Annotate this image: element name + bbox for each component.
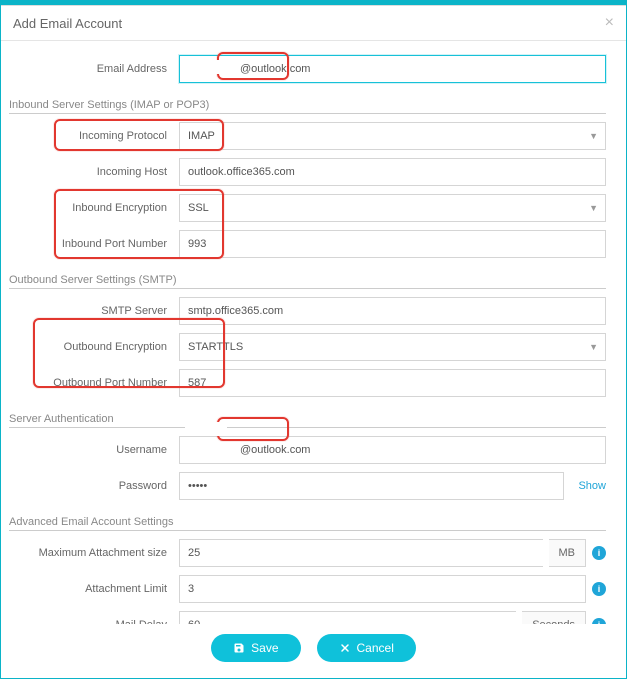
row-email: Email Address bbox=[9, 55, 606, 83]
label-max-attachment: Maximum Attachment size bbox=[9, 547, 179, 559]
info-icon[interactable]: i bbox=[592, 618, 606, 624]
row-mail-delay: Mail Delay Seconds i bbox=[9, 611, 606, 624]
modal-footer: Save Cancel bbox=[1, 624, 626, 678]
mail-delay-field[interactable] bbox=[179, 611, 516, 624]
section-title-advanced: Advanced Email Account Settings bbox=[9, 510, 606, 531]
inbound-encryption-select[interactable]: ▼ bbox=[179, 194, 606, 222]
label-email: Email Address bbox=[9, 63, 179, 75]
label-outbound-encryption: Outbound Encryption bbox=[9, 341, 179, 353]
row-outbound-port: Outbound Port Number bbox=[9, 369, 606, 397]
outbound-port-field[interactable] bbox=[179, 369, 606, 397]
incoming-protocol-select[interactable]: ▼ bbox=[179, 122, 606, 150]
cancel-button-label: Cancel bbox=[357, 641, 394, 655]
outbound-encryption-select[interactable]: ▼ bbox=[179, 333, 606, 361]
outbound-encryption-value[interactable] bbox=[179, 333, 606, 361]
row-incoming-protocol: Incoming Protocol ▼ bbox=[9, 122, 606, 150]
row-inbound-port: Inbound Port Number bbox=[9, 230, 606, 258]
save-button-label: Save bbox=[251, 641, 278, 655]
section-outbound: Outbound Server Settings (SMTP) SMTP Ser… bbox=[9, 268, 606, 397]
section-auth: Server Authentication Username Password … bbox=[9, 407, 606, 500]
label-mail-delay: Mail Delay bbox=[9, 619, 179, 624]
section-title-outbound: Outbound Server Settings (SMTP) bbox=[9, 268, 606, 289]
modal-title: Add Email Account bbox=[13, 16, 122, 31]
section-advanced: Advanced Email Account Settings Maximum … bbox=[9, 510, 606, 624]
save-icon bbox=[233, 642, 245, 654]
modal-header: Add Email Account × bbox=[1, 6, 626, 41]
smtp-server-field[interactable] bbox=[179, 297, 606, 325]
label-smtp-server: SMTP Server bbox=[9, 305, 179, 317]
username-field[interactable] bbox=[179, 436, 606, 464]
unit-mb: MB bbox=[549, 539, 587, 567]
label-incoming-host: Incoming Host bbox=[9, 166, 179, 178]
row-inbound-encryption: Inbound Encryption ▼ bbox=[9, 194, 606, 222]
close-icon bbox=[339, 642, 351, 654]
max-attachment-field[interactable] bbox=[179, 539, 543, 567]
attach-limit-field[interactable] bbox=[179, 575, 586, 603]
password-field[interactable] bbox=[179, 472, 564, 500]
incoming-protocol-value[interactable] bbox=[179, 122, 606, 150]
window: Add Email Account × Email Address Inboun… bbox=[0, 0, 627, 679]
section-title-auth: Server Authentication bbox=[9, 407, 606, 428]
close-icon[interactable]: × bbox=[605, 14, 614, 32]
modal-body[interactable]: Email Address Inbound Server Settings (I… bbox=[1, 41, 626, 624]
label-inbound-encryption: Inbound Encryption bbox=[9, 202, 179, 214]
email-field[interactable] bbox=[179, 55, 606, 83]
inbound-port-field[interactable] bbox=[179, 230, 606, 258]
show-password-link[interactable]: Show bbox=[578, 480, 606, 492]
row-username: Username bbox=[9, 436, 606, 464]
save-button[interactable]: Save bbox=[211, 634, 300, 662]
row-max-attachment: Maximum Attachment size MB i bbox=[9, 539, 606, 567]
cancel-button[interactable]: Cancel bbox=[317, 634, 416, 662]
incoming-host-field[interactable] bbox=[179, 158, 606, 186]
unit-seconds: Seconds bbox=[522, 611, 586, 624]
modal: Add Email Account × Email Address Inboun… bbox=[1, 5, 626, 678]
row-outbound-encryption: Outbound Encryption ▼ bbox=[9, 333, 606, 361]
inbound-encryption-value[interactable] bbox=[179, 194, 606, 222]
row-incoming-host: Incoming Host bbox=[9, 158, 606, 186]
info-icon[interactable]: i bbox=[592, 546, 606, 560]
label-password: Password bbox=[9, 480, 179, 492]
row-password: Password Show bbox=[9, 472, 606, 500]
label-username: Username bbox=[9, 444, 179, 456]
label-outbound-port: Outbound Port Number bbox=[9, 377, 179, 389]
label-attach-limit: Attachment Limit bbox=[9, 583, 179, 595]
label-inbound-port: Inbound Port Number bbox=[9, 238, 179, 250]
section-inbound: Inbound Server Settings (IMAP or POP3) I… bbox=[9, 93, 606, 258]
info-icon[interactable]: i bbox=[592, 582, 606, 596]
row-attach-limit: Attachment Limit i bbox=[9, 575, 606, 603]
section-title-inbound: Inbound Server Settings (IMAP or POP3) bbox=[9, 93, 606, 114]
label-incoming-protocol: Incoming Protocol bbox=[9, 130, 179, 142]
row-smtp-server: SMTP Server bbox=[9, 297, 606, 325]
